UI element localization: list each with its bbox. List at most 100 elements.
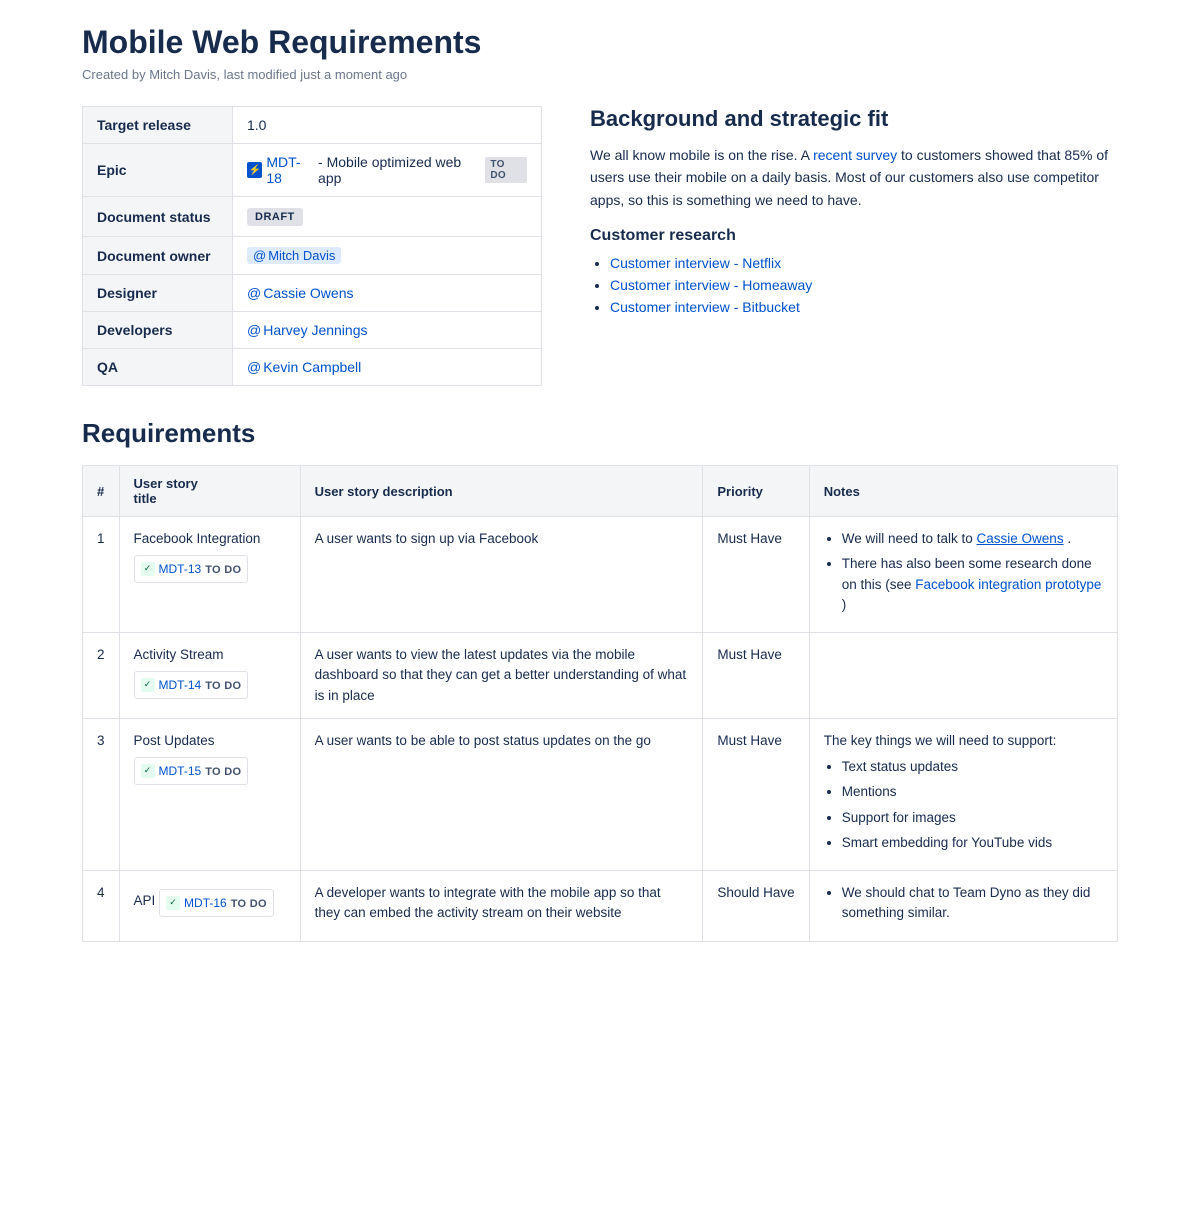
recent-survey-link[interactable]: recent survey (813, 147, 897, 163)
story-ticket: ✓ MDT-15 TO DO (134, 757, 249, 785)
interview-netflix-link[interactable]: Customer interview - Netflix (610, 255, 781, 271)
todo-label: TO DO (231, 896, 267, 913)
requirements-title: Requirements (82, 418, 1118, 449)
note-text-end: . (1067, 531, 1071, 546)
page-title: Mobile Web Requirements (82, 24, 1118, 61)
table-row: 4 API ✓ MDT-16 TO DO A developer wants t… (83, 871, 1118, 942)
col-header-num: # (83, 466, 120, 517)
qa-link[interactable]: @Kevin Campbell (247, 359, 361, 375)
story-title-text: Facebook Integration (134, 531, 261, 546)
meta-value-epic: ⚡ MDT-18 - Mobile optimized web app TO D… (233, 144, 542, 197)
meta-label-epic: Epic (83, 144, 233, 197)
notes-item: Smart embedding for YouTube vids (842, 833, 1103, 853)
row-notes: We should chat to Team Dyno as they did … (809, 871, 1117, 942)
story-title-text: Post Updates (134, 733, 215, 748)
epic-todo-badge: TO DO (485, 157, 527, 183)
row-priority: Must Have (703, 718, 809, 870)
notes-list: Text status updates Mentions Support for… (824, 757, 1103, 853)
col-header-story-desc: User story description (300, 466, 703, 517)
row-story-desc: A developer wants to integrate with the … (300, 871, 703, 942)
developer-link[interactable]: @Harvey Jennings (247, 322, 368, 338)
mention-at-symbol-4: @ (247, 359, 261, 375)
row-story-title: Activity Stream ✓ MDT-14 TO DO (119, 633, 300, 719)
row-priority: Should Have (703, 871, 809, 942)
background-body: We all know mobile is on the rise. A rec… (590, 144, 1118, 211)
col-header-notes: Notes (809, 466, 1117, 517)
background-title: Background and strategic fit (590, 106, 1118, 132)
meta-label-designer: Designer (83, 275, 233, 312)
meta-row-doc-status: Document status DRAFT (83, 197, 542, 237)
notes-item: Text status updates (842, 757, 1103, 777)
col-header-priority: Priority (703, 466, 809, 517)
ticket-icon: ✓ (166, 896, 180, 910)
meta-table-wrapper: Target release 1.0 Epic ⚡ MDT-18 - Mobil… (82, 106, 542, 386)
mention-mitch-davis[interactable]: @ Mitch Davis (247, 247, 341, 264)
meta-value-target-release: 1.0 (233, 107, 542, 144)
draft-badge: DRAFT (247, 208, 303, 226)
notes-item: We will need to talk to Cassie Owens . (842, 529, 1103, 549)
interview-bitbucket-link[interactable]: Customer interview - Bitbucket (610, 299, 800, 315)
meta-label-qa: QA (83, 349, 233, 386)
page-subtitle: Created by Mitch Davis, last modified ju… (82, 67, 1118, 82)
meta-row-target-release: Target release 1.0 (83, 107, 542, 144)
mention-at-symbol: @ (253, 248, 266, 263)
row-num: 1 (83, 517, 120, 633)
todo-label: TO DO (205, 678, 241, 695)
meta-table: Target release 1.0 Epic ⚡ MDT-18 - Mobil… (82, 106, 542, 386)
epic-link: ⚡ MDT-18 - Mobile optimized web app TO D… (247, 154, 527, 186)
list-item: Customer interview - Homeaway (610, 277, 1118, 293)
meta-label-doc-status: Document status (83, 197, 233, 237)
row-priority: Must Have (703, 633, 809, 719)
ticket-icon: ✓ (141, 678, 155, 692)
row-num: 3 (83, 718, 120, 870)
requirements-table: # User storytitle User story description… (82, 465, 1118, 942)
ticket-link[interactable]: MDT-15 (159, 762, 202, 780)
meta-row-developers: Developers @Harvey Jennings (83, 312, 542, 349)
story-title-text: Activity Stream (134, 647, 224, 662)
row-num: 2 (83, 633, 120, 719)
row-story-desc: A user wants to sign up via Facebook (300, 517, 703, 633)
background-text-before: We all know mobile is on the rise. A (590, 147, 813, 163)
meta-value-developers: @Harvey Jennings (233, 312, 542, 349)
story-ticket: ✓ MDT-16 TO DO (159, 889, 274, 917)
cassie-owens-link[interactable]: Cassie Owens (977, 531, 1064, 546)
list-item: Customer interview - Netflix (610, 255, 1118, 271)
meta-row-epic: Epic ⚡ MDT-18 - Mobile optimized web app… (83, 144, 542, 197)
notes-item: Mentions (842, 782, 1103, 802)
story-ticket: ✓ MDT-13 TO DO (134, 555, 249, 583)
customer-research-title: Customer research (590, 227, 1118, 245)
customer-research-list: Customer interview - Netflix Customer in… (590, 255, 1118, 315)
ticket-link[interactable]: MDT-16 (184, 894, 227, 912)
interview-homeaway-link[interactable]: Customer interview - Homeaway (610, 277, 812, 293)
note-text-end: ) (842, 597, 847, 612)
table-row: 3 Post Updates ✓ MDT-15 TO DO A user wan… (83, 718, 1118, 870)
ticket-icon: ✓ (141, 764, 155, 778)
row-story-title: Facebook Integration ✓ MDT-13 TO DO (119, 517, 300, 633)
meta-row-doc-owner: Document owner @ Mitch Davis (83, 237, 542, 275)
table-row: 2 Activity Stream ✓ MDT-14 TO DO A user … (83, 633, 1118, 719)
notes-list: We should chat to Team Dyno as they did … (824, 883, 1103, 924)
mention-at-symbol-2: @ (247, 285, 261, 301)
story-ticket: ✓ MDT-14 TO DO (134, 671, 249, 699)
notes-item: Support for images (842, 808, 1103, 828)
mention-at-symbol-3: @ (247, 322, 261, 338)
meta-value-doc-status: DRAFT (233, 197, 542, 237)
row-notes: We will need to talk to Cassie Owens . T… (809, 517, 1117, 633)
list-item: Customer interview - Bitbucket (610, 299, 1118, 315)
epic-ticket-link[interactable]: MDT-18 (266, 154, 314, 186)
meta-row-qa: QA @Kevin Campbell (83, 349, 542, 386)
story-title-text: API (134, 893, 156, 908)
meta-value-designer: @Cassie Owens (233, 275, 542, 312)
table-row: 1 Facebook Integration ✓ MDT-13 TO DO A … (83, 517, 1118, 633)
fb-prototype-link[interactable]: Facebook integration prototype (915, 577, 1101, 592)
col-header-story-title: User storytitle (119, 466, 300, 517)
top-section: Target release 1.0 Epic ⚡ MDT-18 - Mobil… (82, 106, 1118, 386)
ticket-link[interactable]: MDT-14 (159, 676, 202, 694)
notes-item: There has also been some research done o… (842, 554, 1103, 615)
epic-icon: ⚡ (247, 162, 262, 178)
ticket-link[interactable]: MDT-13 (159, 560, 202, 578)
designer-link[interactable]: @Cassie Owens (247, 285, 353, 301)
row-notes: The key things we will need to support: … (809, 718, 1117, 870)
epic-text: - Mobile optimized web app (318, 154, 481, 186)
notes-item: We should chat to Team Dyno as they did … (842, 883, 1103, 924)
